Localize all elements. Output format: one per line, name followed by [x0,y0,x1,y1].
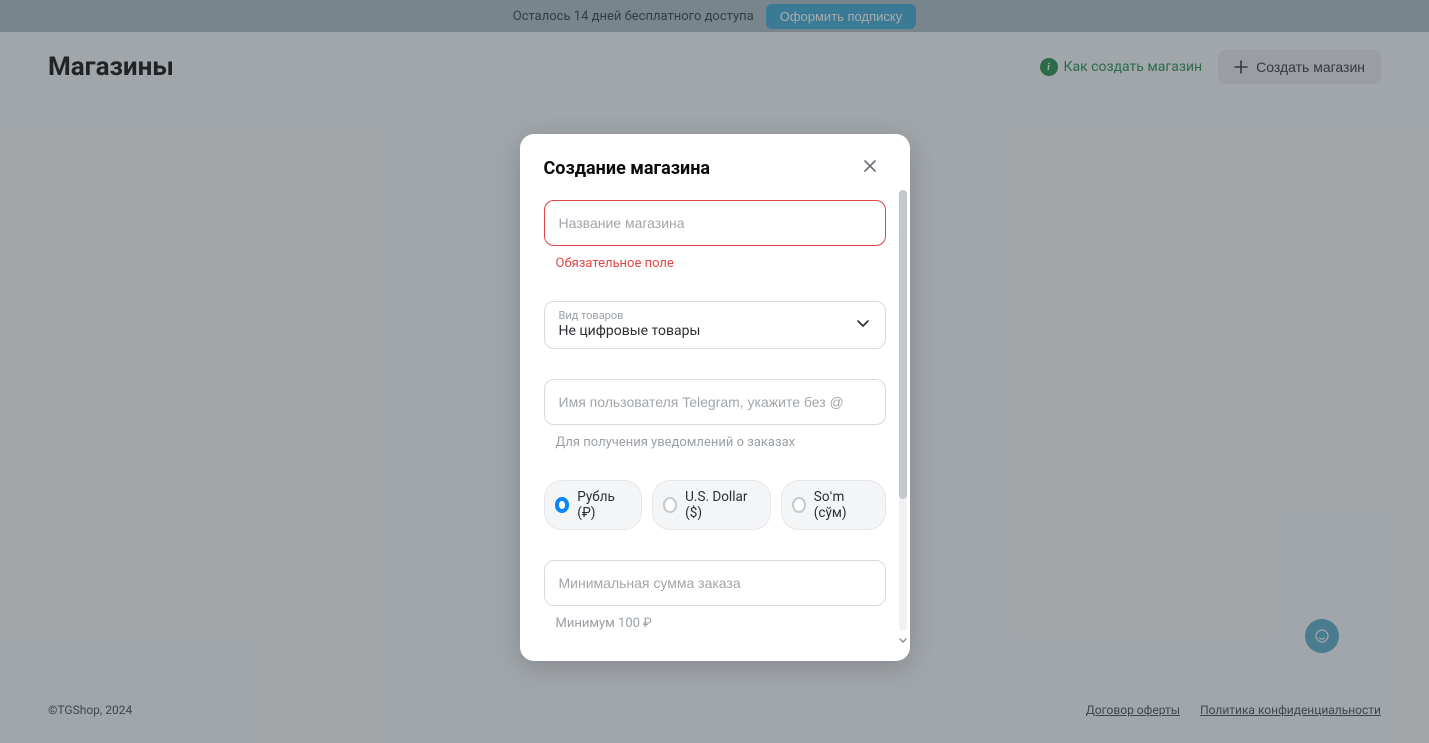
currency-label: Рубль (₽) [577,489,627,521]
modal-title: Создание магазина [544,158,711,179]
radio-icon [663,497,677,513]
currency-radio-som[interactable]: Soʻm (сўм) [781,480,886,530]
min-order-helper: Минимум 100 ₽ [544,606,886,631]
modal-scrollbar[interactable] [899,190,907,643]
goods-type-value: Не цифровые товары [559,323,845,340]
scrollbar-thumb[interactable] [899,190,907,499]
currency-radio-rub[interactable]: Рубль (₽) [544,480,642,530]
modal-body: Обязательное поле Вид товаров Не цифровы… [520,194,910,661]
goods-type-label: Вид товаров [559,310,845,322]
radio-icon [555,497,570,513]
create-shop-modal: Создание магазина Обязательное поле Вид … [520,134,910,661]
shop-name-input[interactable] [544,200,886,246]
chevron-down-icon [855,315,871,335]
modal-header: Создание магазина [520,134,910,194]
radio-icon [792,497,806,513]
telegram-username-helper: Для получения уведомлений о заказах [544,425,886,450]
scrollbar-track [899,190,907,631]
shop-name-error: Обязательное поле [544,246,886,271]
close-icon [863,159,877,177]
chevron-down-icon [899,633,907,643]
currency-label: U.S. Dollar ($) [685,489,755,521]
currency-radio-group: Рубль (₽) U.S. Dollar ($) Soʻm (сўм) [544,480,886,530]
currency-radio-usd[interactable]: U.S. Dollar ($) [652,480,771,530]
modal-overlay[interactable]: Создание магазина Обязательное поле Вид … [0,0,1429,743]
currency-label: Soʻm (сўм) [814,489,871,521]
close-button[interactable] [858,156,882,180]
telegram-username-input[interactable] [544,379,886,425]
goods-type-select[interactable]: Вид товаров Не цифровые товары [544,301,886,349]
min-order-input[interactable] [544,560,886,606]
